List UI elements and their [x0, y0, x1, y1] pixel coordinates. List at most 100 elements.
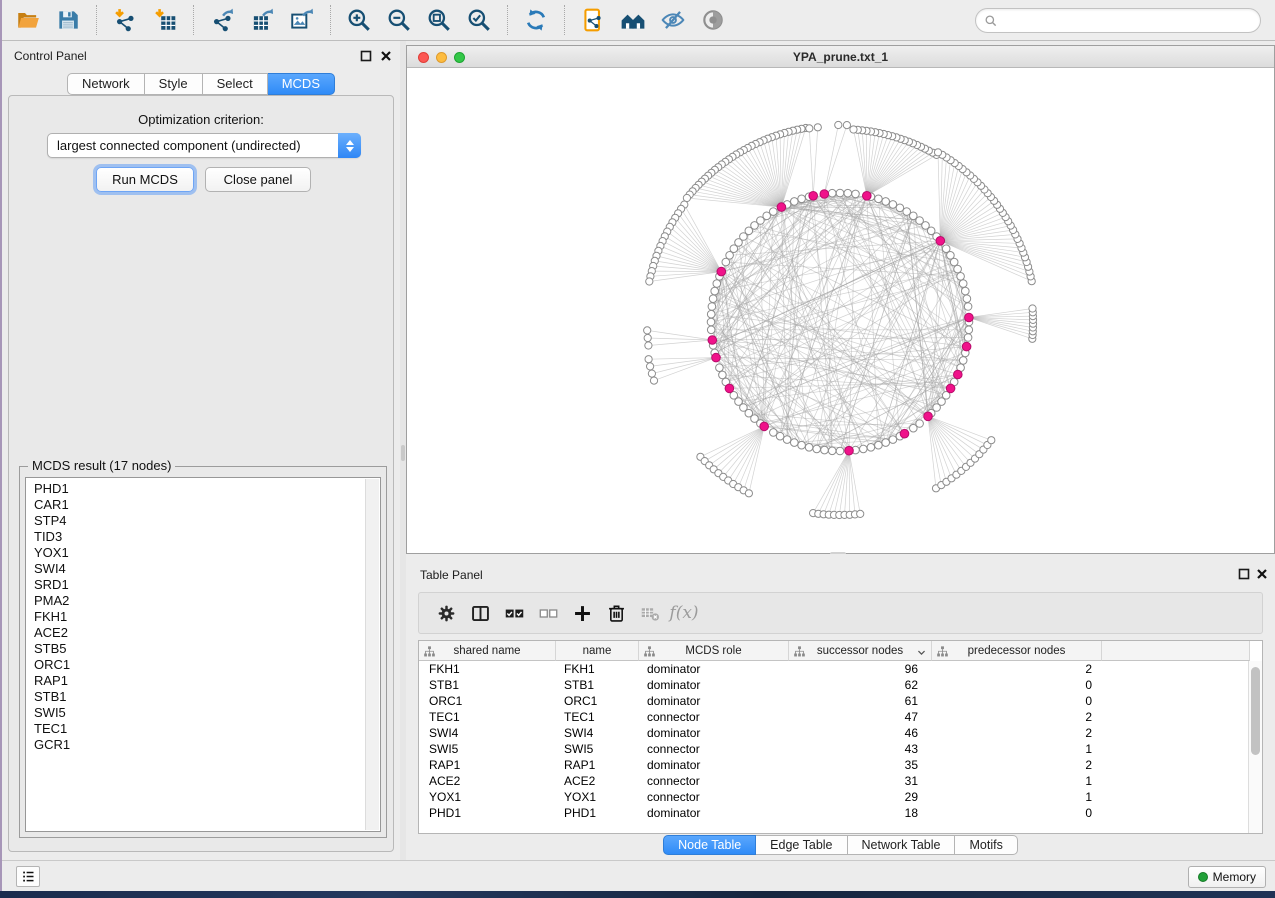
table-row[interactable]: SWI4SWI4dominator462: [419, 725, 1102, 741]
network-edge[interactable]: [824, 125, 838, 194]
network-edge[interactable]: [928, 416, 979, 454]
tab-motifs[interactable]: Motifs: [955, 835, 1017, 855]
network-node[interactable]: [707, 326, 715, 334]
tab-select[interactable]: Select: [203, 73, 268, 95]
network-satellite-node[interactable]: [850, 126, 857, 133]
network-hub-node[interactable]: [936, 237, 945, 246]
network-node[interactable]: [882, 439, 890, 447]
network-satellite-node[interactable]: [814, 124, 821, 131]
table-cell[interactable]: 43: [789, 741, 932, 757]
network-hub-node[interactable]: [863, 192, 872, 201]
table-cell[interactable]: connector: [639, 741, 789, 757]
network-satellite-node[interactable]: [645, 356, 652, 363]
table-cell[interactable]: 2: [932, 725, 1102, 741]
network-edge[interactable]: [840, 216, 913, 451]
network-hub-node[interactable]: [777, 203, 786, 212]
network-edge[interactable]: [824, 125, 847, 194]
tab-network-table[interactable]: Network Table: [848, 835, 956, 855]
vertical-splitter-handle[interactable]: [401, 445, 405, 461]
table-cell[interactable]: ACE2: [556, 773, 639, 789]
mcds-result-item[interactable]: TID3: [26, 529, 380, 545]
table-cell[interactable]: 46: [789, 725, 932, 741]
network-edge[interactable]: [711, 173, 781, 207]
network-node[interactable]: [798, 195, 806, 203]
mcds-result-item[interactable]: SWI5: [26, 705, 380, 721]
float-panel-icon[interactable]: [360, 50, 372, 62]
delete-table-button[interactable]: [633, 596, 667, 630]
network-edge[interactable]: [728, 426, 764, 480]
mcds-result-item[interactable]: CAR1: [26, 497, 380, 513]
table-cell[interactable]: connector: [639, 789, 789, 805]
network-node[interactable]: [798, 441, 806, 449]
tab-style[interactable]: Style: [145, 73, 203, 95]
network-node[interactable]: [959, 357, 967, 365]
network-node[interactable]: [707, 310, 715, 318]
zoom-fit-button[interactable]: [419, 3, 459, 37]
network-edge[interactable]: [938, 152, 940, 241]
mcds-result-item[interactable]: ACE2: [26, 625, 380, 641]
zoom-selected-button[interactable]: [459, 3, 499, 37]
network-edge[interactable]: [714, 426, 765, 469]
mcds-result-item[interactable]: ORC1: [26, 657, 380, 673]
table-cell[interactable]: 31: [789, 773, 932, 789]
network-node[interactable]: [959, 280, 967, 288]
table-cell[interactable]: 29: [789, 789, 932, 805]
network-hub-node[interactable]: [900, 429, 909, 438]
network-node[interactable]: [708, 303, 716, 311]
network-hub-node[interactable]: [962, 342, 971, 351]
table-cell[interactable]: 2: [932, 709, 1102, 725]
network-edge[interactable]: [654, 358, 716, 381]
network-node[interactable]: [875, 195, 883, 203]
table-cell[interactable]: 1: [932, 773, 1102, 789]
network-edge[interactable]: [675, 218, 721, 272]
network-hub-node[interactable]: [708, 336, 717, 345]
table-cell[interactable]: dominator: [639, 693, 789, 709]
mcds-result-item[interactable]: PMA2: [26, 593, 380, 609]
network-node[interactable]: [844, 189, 852, 197]
network-node[interactable]: [962, 287, 970, 295]
network-satellite-node[interactable]: [988, 437, 995, 444]
table-row[interactable]: FKH1FKH1dominator962: [419, 661, 1102, 677]
network-edge[interactable]: [667, 232, 721, 272]
select-all-button[interactable]: [497, 596, 531, 630]
network-node[interactable]: [709, 295, 717, 303]
table-row[interactable]: ORC1ORC1dominator610: [419, 693, 1102, 709]
optimization-criterion-select[interactable]: largest connected component (undirected): [47, 133, 361, 158]
close-panel-icon[interactable]: [380, 50, 392, 62]
table-cell[interactable]: TEC1: [419, 709, 556, 725]
import-table-button[interactable]: [145, 3, 185, 37]
table-cell[interactable]: dominator: [639, 725, 789, 741]
mcds-result-item[interactable]: SWI4: [26, 561, 380, 577]
run-mcds-button[interactable]: Run MCDS: [96, 167, 194, 192]
table-row[interactable]: PHD1PHD1dominator180: [419, 805, 1102, 821]
column-header-name[interactable]: name: [556, 641, 639, 661]
network-satellite-node[interactable]: [806, 125, 813, 132]
network-node[interactable]: [805, 444, 813, 452]
mcds-result-item[interactable]: TEC1: [26, 721, 380, 737]
network-node[interactable]: [942, 245, 950, 253]
network-node[interactable]: [867, 444, 875, 452]
network-satellite-node[interactable]: [843, 122, 850, 129]
network-node[interactable]: [965, 326, 973, 334]
network-node[interactable]: [954, 265, 962, 273]
network-hub-node[interactable]: [760, 422, 769, 431]
add-row-button[interactable]: [565, 596, 599, 630]
mcds-result-item[interactable]: STP4: [26, 513, 380, 529]
network-hub-node[interactable]: [954, 370, 963, 379]
network-node[interactable]: [964, 334, 972, 342]
network-hub-node[interactable]: [717, 267, 726, 276]
network-node[interactable]: [882, 198, 890, 206]
network-edge[interactable]: [665, 236, 722, 271]
network-hub-node[interactable]: [820, 190, 829, 199]
table-cell[interactable]: 47: [789, 709, 932, 725]
network-edge[interactable]: [649, 272, 721, 282]
table-cell[interactable]: TEC1: [556, 709, 639, 725]
column-header-shared-name[interactable]: shared name: [419, 641, 556, 661]
table-cell[interactable]: PHD1: [419, 805, 556, 821]
column-header-MCDS-role[interactable]: MCDS role: [639, 641, 789, 661]
network-node[interactable]: [896, 204, 904, 212]
table-cell[interactable]: 0: [932, 693, 1102, 709]
table-cell[interactable]: RAP1: [556, 757, 639, 773]
mcds-list-scrollbar[interactable]: [365, 479, 379, 830]
table-scrollbar-thumb[interactable]: [1251, 667, 1260, 755]
